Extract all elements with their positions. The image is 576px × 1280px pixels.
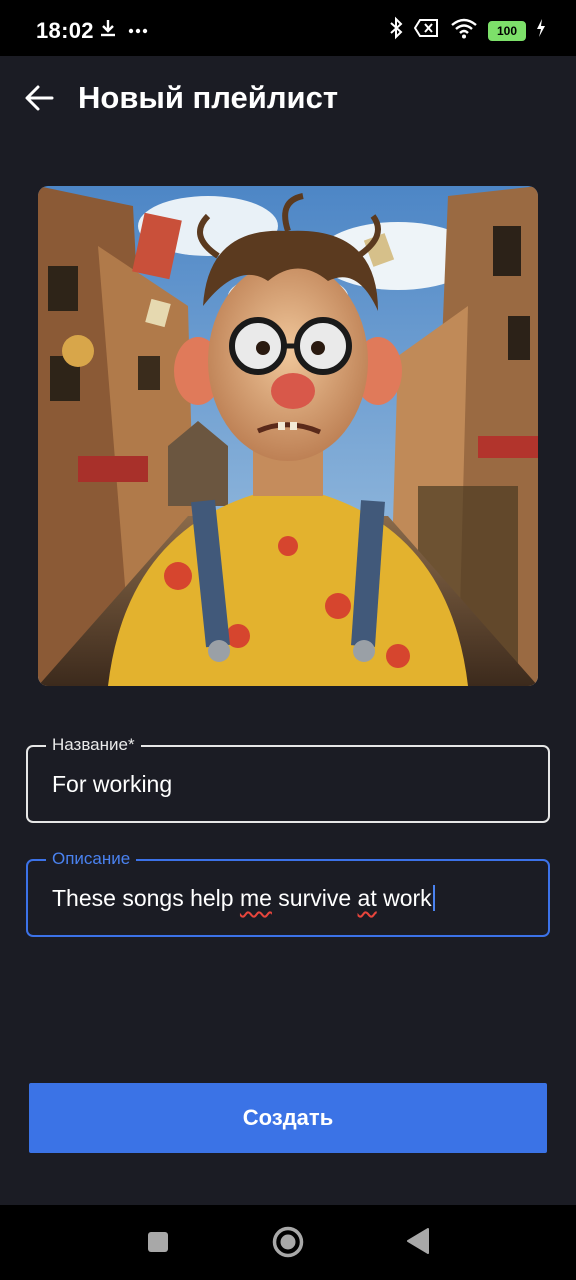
battery-icon: 100 [488,20,526,41]
download-icon [98,18,118,43]
status-right-icons: 100 [388,16,546,45]
recents-square-icon[interactable] [147,1231,169,1258]
description-text-segment: work [376,885,432,911]
page-title: Новый плейлист [78,80,339,115]
name-field[interactable]: Название* For working [26,735,550,823]
description-text-segment: These songs help [52,885,240,911]
playlist-cover-image[interactable] [38,186,538,686]
cover-illustration [38,186,538,686]
spellcheck-underlined-word: at [357,885,377,911]
description-field-value: These songs help me survive at work [52,885,435,912]
sim-x-icon [413,18,440,43]
back-button[interactable] [22,80,56,120]
status-bar: 18:02 100 [0,0,576,56]
description-text-segment: survive [271,885,358,911]
new-playlist-screen: 18:02 100 Новый плейлист Название* For w… [0,0,576,1280]
status-left-icons [98,18,148,43]
name-field-label: Название* [46,735,141,755]
name-field-value: For working [52,771,173,797]
bluetooth-icon [388,16,404,45]
home-circle-icon[interactable] [272,1226,304,1263]
create-button[interactable]: Создать [29,1083,547,1153]
back-triangle-icon[interactable] [406,1228,430,1259]
description-field-label: Описание [46,849,137,869]
status-time: 18:02 [36,18,94,43]
description-field[interactable]: Описание These songs help me survive at … [26,849,550,937]
more-dots-icon [128,22,148,40]
system-nav-bar [0,1205,576,1280]
app-bar: Новый плейлист [0,56,576,144]
spellcheck-underlined-word: me [239,885,272,911]
arrow-left-icon [24,84,54,117]
text-cursor [432,885,435,911]
charging-icon [536,19,546,42]
wifi-icon [450,17,478,44]
